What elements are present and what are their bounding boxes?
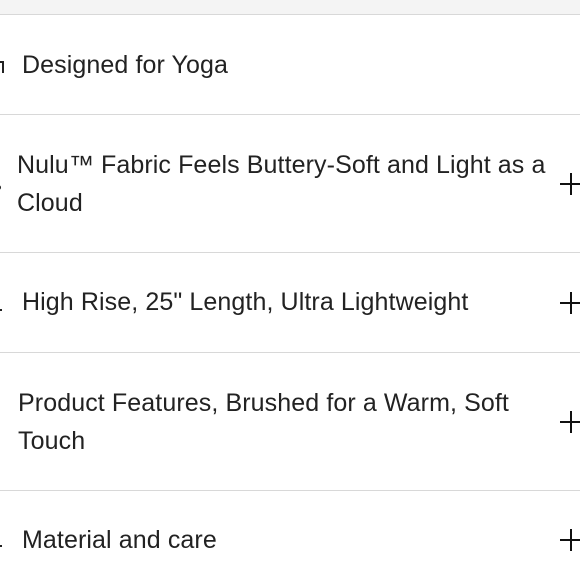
product-details-accordion: Designed for Yoga Nulu™ Fabric Feels But…	[0, 15, 580, 581]
accordion-row-material-and-care[interactable]: Material and care	[0, 491, 580, 581]
expand-plus-icon[interactable]	[560, 529, 580, 551]
top-strip	[0, 0, 580, 14]
fit-icon	[0, 287, 8, 311]
expand-plus-icon[interactable]	[560, 292, 580, 314]
accordion-row-high-rise[interactable]: High Rise, 25" Length, Ultra Lightweight	[0, 253, 580, 353]
accordion-row-product-features[interactable]: Product Features, Brushed for a Warm, So…	[0, 353, 580, 491]
expand-plus-icon[interactable]	[560, 411, 580, 433]
expand-plus-icon[interactable]	[560, 173, 580, 195]
accordion-row-label: Material and care	[22, 526, 217, 554]
care-icon	[0, 531, 8, 547]
features-icon	[0, 411, 8, 425]
accordion-row-designed-for-yoga[interactable]: Designed for Yoga	[0, 15, 580, 115]
accordion-row-label: Product Features, Brushed for a Warm, So…	[18, 389, 509, 455]
accordion-row-nulu-fabric[interactable]: Nulu™ Fabric Feels Buttery-Soft and Ligh…	[0, 115, 580, 253]
accordion-row-label: Designed for Yoga	[22, 51, 229, 79]
fabric-icon	[0, 181, 8, 195]
yoga-icon	[0, 59, 8, 73]
accordion-row-label: High Rise, 25" Length, Ultra Lightweight	[22, 288, 469, 316]
accordion-row-label: Nulu™ Fabric Feels Buttery-Soft and Ligh…	[17, 151, 546, 217]
